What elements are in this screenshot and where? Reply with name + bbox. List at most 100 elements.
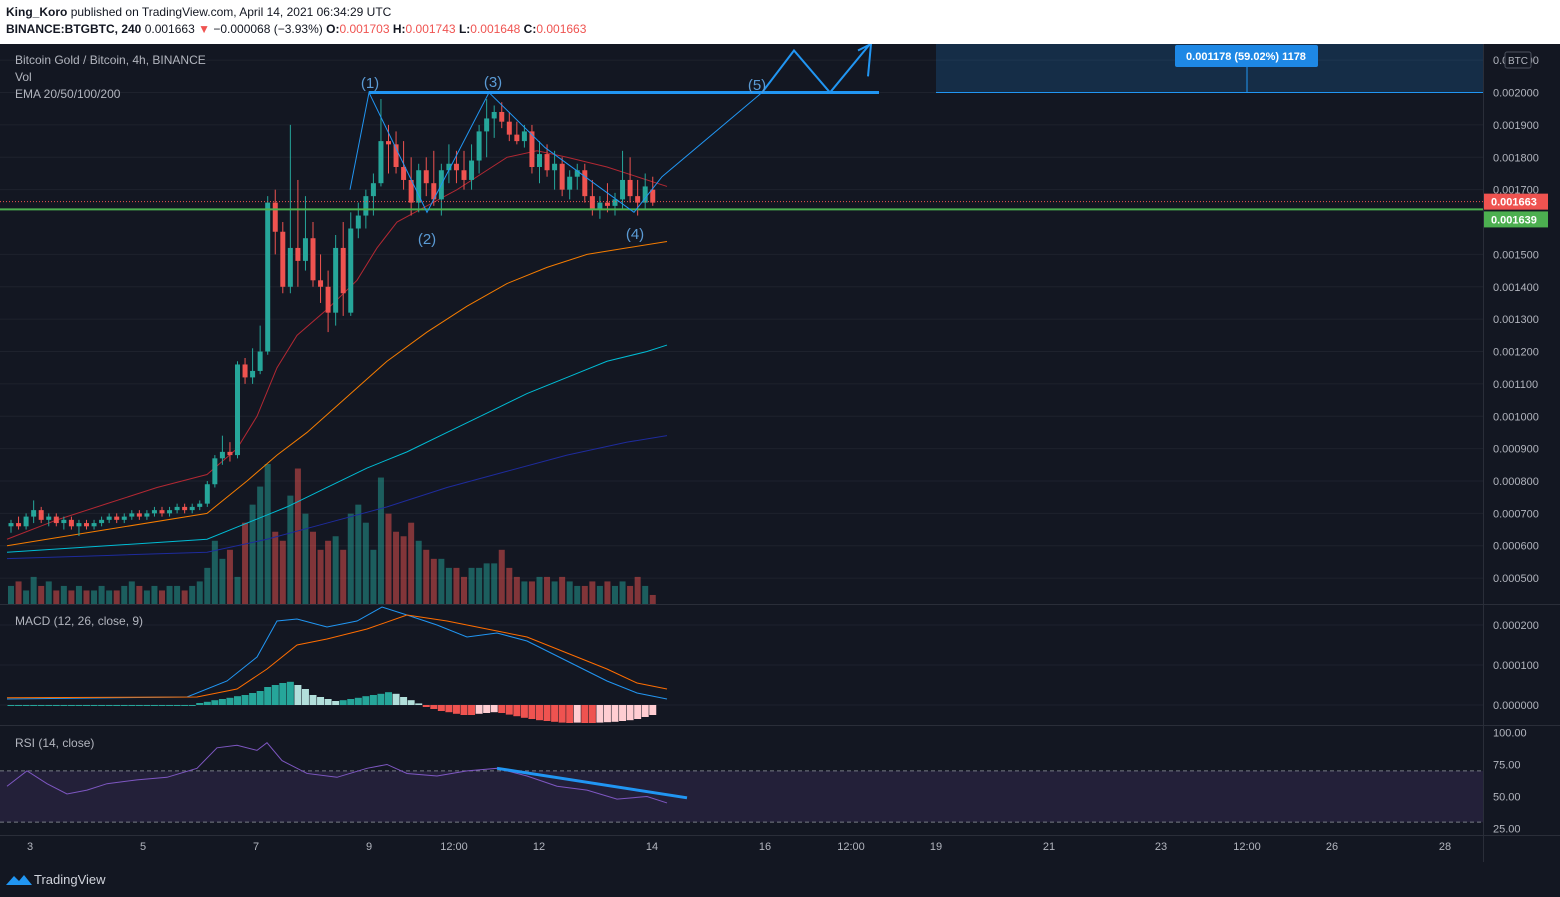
- price-tick-label: 0.001000: [1493, 411, 1539, 423]
- candle-body: [265, 202, 271, 352]
- macd-histogram-bar: [264, 687, 272, 705]
- candle-body: [484, 118, 490, 132]
- close-label: C:: [523, 22, 537, 36]
- footer: TradingView: [0, 862, 1560, 897]
- time-tick-label: 9: [366, 841, 372, 853]
- price-badge-label: 0.001639: [1491, 214, 1537, 226]
- price-change: −0.000068 (−3.93%): [213, 22, 323, 36]
- candle-body: [197, 503, 203, 507]
- macd-histogram-bar: [490, 705, 498, 713]
- volume-bar: [604, 581, 611, 604]
- macd-histogram-bar: [143, 705, 151, 706]
- published-text: published on TradingView.com, April 14, …: [70, 5, 392, 19]
- volume-bar: [506, 567, 513, 604]
- macd-histogram-bar: [113, 705, 121, 706]
- publisher-name[interactable]: King_Koro: [6, 5, 67, 19]
- macd-histogram-bar: [430, 705, 438, 709]
- volume-bar: [340, 549, 347, 604]
- macd-histogram-bar: [332, 701, 340, 705]
- macd-histogram-bar: [150, 705, 158, 706]
- price-tick-label: 0.000500: [1493, 573, 1539, 585]
- volume-bar: [627, 585, 634, 604]
- time-tick-label: 19: [930, 841, 942, 853]
- volume-bar: [106, 590, 113, 604]
- candle-body: [182, 506, 188, 511]
- macd-tick-label: 0.000000: [1493, 700, 1539, 712]
- macd-histogram-bar: [301, 689, 309, 705]
- candle-body: [121, 516, 127, 520]
- tradingview-logo-icon[interactable]: [6, 873, 32, 887]
- macd-histogram-bar: [60, 705, 68, 706]
- macd-legend: MACD (12, 26, close, 9): [15, 614, 144, 628]
- volume-bar: [332, 536, 339, 604]
- time-tick-label: 28: [1439, 841, 1451, 853]
- candle-body: [106, 516, 112, 520]
- candle-body: [627, 179, 633, 197]
- candle-body: [250, 370, 256, 378]
- macd-histogram-bar: [611, 705, 619, 722]
- macd-histogram-bar: [362, 696, 370, 705]
- volume-bar: [242, 522, 249, 604]
- macd-histogram-bar: [369, 695, 377, 705]
- price-tick-label: 0.001200: [1493, 347, 1539, 359]
- macd-histogram-bar: [505, 705, 513, 715]
- macd-histogram-bar: [558, 705, 566, 723]
- candle-body: [650, 189, 656, 203]
- macd-histogram-bar: [279, 683, 287, 705]
- candle-body: [31, 510, 37, 517]
- macd-histogram-bar: [45, 705, 53, 706]
- volume-bar: [498, 549, 505, 604]
- tradingview-brand[interactable]: TradingView: [34, 872, 106, 887]
- candle-body: [597, 202, 603, 210]
- macd-histogram-bar: [422, 705, 430, 707]
- macd-histogram-bar: [588, 705, 596, 723]
- macd-histogram-bar: [249, 693, 257, 705]
- candle-body: [469, 160, 475, 180]
- volume-bar: [415, 540, 422, 604]
- candle-body: [476, 131, 482, 161]
- macd-histogram-bar: [339, 700, 347, 705]
- time-tick-label: 7: [253, 841, 259, 853]
- volume-bar: [468, 567, 475, 604]
- time-tick-label: 12:00: [837, 841, 865, 853]
- volume-bar: [536, 576, 543, 604]
- time-tick-label: 23: [1155, 841, 1167, 853]
- macd-histogram-bar: [468, 705, 476, 715]
- macd-histogram-bar: [415, 703, 423, 705]
- candle-body: [506, 121, 512, 135]
- macd-histogram-bar: [37, 705, 45, 706]
- candle-body: [144, 513, 150, 517]
- volume-bar: [521, 581, 528, 604]
- chart-canvas[interactable]: 0.001178 (59.02%) 1178 (1) (2) (3) (4) (5) 0.0…: [0, 44, 1560, 862]
- wave-label: (5): [748, 77, 766, 94]
- candle-body: [295, 247, 301, 261]
- volume-bar: [317, 549, 324, 604]
- price-tick-label: 0.000700: [1493, 508, 1539, 520]
- candle-body: [499, 111, 505, 122]
- candle-body: [38, 510, 44, 520]
- time-tick-label: 21: [1043, 841, 1055, 853]
- volume-bar: [272, 531, 279, 604]
- candle-body: [318, 280, 324, 287]
- macd-histogram-bar: [234, 696, 241, 705]
- rsi-tick-label: 50.00: [1493, 792, 1521, 804]
- price-tick-label: 0.002000: [1493, 88, 1539, 100]
- volume-bar: [113, 590, 120, 604]
- chart-title-legend: Bitcoin Gold / Bitcoin, 4h, BINANCE: [15, 53, 206, 67]
- macd-histogram-bar: [317, 697, 325, 705]
- chart-background: [0, 44, 1560, 862]
- macd-histogram-bar: [407, 700, 415, 705]
- macd-histogram-bar: [188, 705, 196, 706]
- candle-body: [453, 163, 459, 171]
- candle-body: [348, 228, 354, 313]
- candle-body: [227, 451, 233, 456]
- volume-bar: [189, 585, 196, 604]
- time-tick-label: 16: [759, 841, 771, 853]
- candle-body: [167, 510, 173, 514]
- volume-bar: [347, 513, 354, 604]
- macd-histogram-bar: [566, 705, 574, 723]
- candle-body: [355, 215, 361, 229]
- macd-histogram-bar: [354, 697, 362, 705]
- rsi-tick-label: 100.00: [1493, 727, 1527, 739]
- candle-body: [91, 523, 97, 527]
